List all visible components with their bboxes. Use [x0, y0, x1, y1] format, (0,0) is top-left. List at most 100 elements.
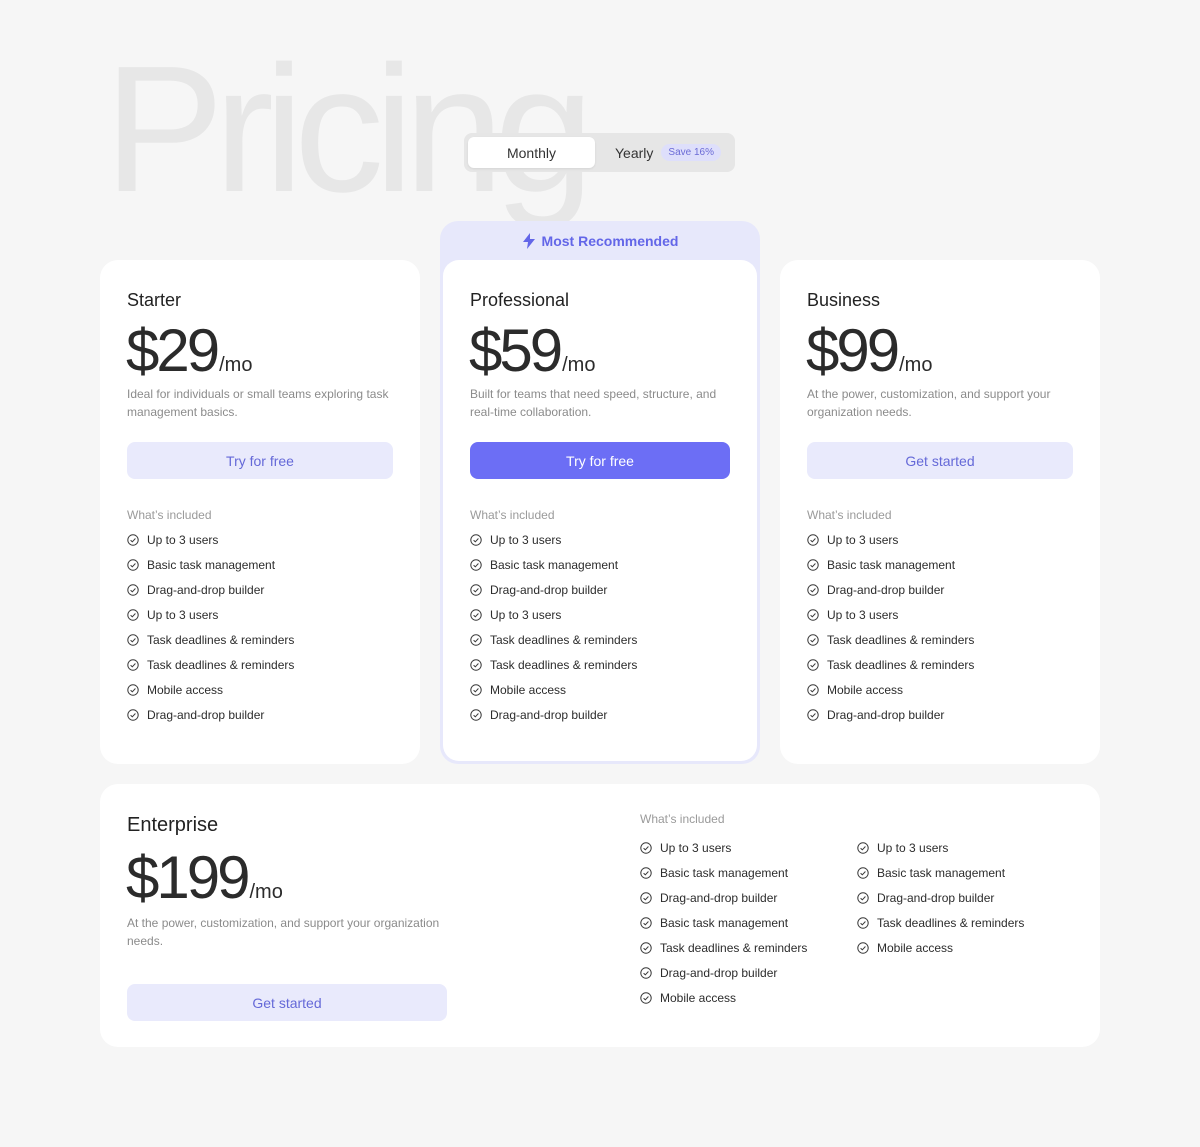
- feature-item: Task deadlines & reminders: [470, 627, 637, 652]
- feature-item: Mobile access: [857, 935, 1024, 960]
- check-circle-icon: [807, 683, 819, 696]
- check-circle-icon: [470, 633, 482, 646]
- feature-item: Basic task management: [127, 552, 294, 577]
- feature-list: Up to 3 users Basic task management Drag-a…: [470, 527, 637, 727]
- feature-label: Up to 3 users: [490, 532, 562, 547]
- monthly-label: Monthly: [506, 144, 557, 161]
- price-period: /mo: [219, 354, 253, 376]
- feature-item: Drag-and-drop builder: [640, 960, 807, 985]
- price-amount: $59: [469, 317, 563, 384]
- check-circle-icon: [807, 608, 819, 621]
- check-circle-icon: [127, 583, 139, 596]
- check-circle-icon: [640, 916, 652, 929]
- feature-list: Up to 3 users Basic task management Drag-a…: [127, 527, 294, 727]
- check-circle-icon: [127, 633, 139, 646]
- feature-label: Task deadlines & reminders: [827, 657, 975, 672]
- plan-card-business: Business $99 /mo At the power, customiza…: [780, 260, 1100, 764]
- plan-card-professional: Professional $59 /mo Built for teams tha…: [443, 260, 757, 761]
- check-circle-icon: [470, 683, 482, 696]
- check-circle-icon: [807, 708, 819, 721]
- check-circle-icon: [640, 891, 652, 904]
- feature-label: Drag-and-drop builder: [147, 582, 265, 597]
- feature-label: Up to 3 users: [877, 840, 949, 855]
- check-circle-icon: [640, 941, 652, 954]
- get-started-button[interactable]: Get started: [127, 984, 447, 1021]
- plan-price: $99 /mo: [806, 321, 932, 381]
- feature-label: Up to 3 users: [827, 532, 899, 547]
- yearly-option[interactable]: Yearly Save 16%: [604, 137, 731, 168]
- try-for-free-button[interactable]: Try for free: [127, 442, 393, 479]
- feature-item: Task deadlines & reminders: [640, 935, 807, 960]
- pricing-background-title: Pricing: [104, 29, 594, 230]
- feature-item: Task deadlines & reminders: [857, 910, 1024, 935]
- plan-card-starter: Starter $29 /mo Ideal for individuals or…: [100, 260, 420, 764]
- try-for-free-button[interactable]: Try for free: [470, 442, 730, 479]
- feature-item: Basic task management: [807, 552, 974, 577]
- feature-label: Basic task management: [827, 557, 956, 572]
- feature-item: Drag-and-drop builder: [807, 577, 974, 602]
- feature-label: Up to 3 users: [660, 840, 732, 855]
- feature-label: Up to 3 users: [827, 607, 899, 622]
- check-circle-icon: [127, 658, 139, 671]
- get-started-button[interactable]: Get started: [807, 442, 1073, 479]
- most-recommended-badge: Most Recommended: [440, 233, 760, 249]
- feature-label: Task deadlines & reminders: [490, 657, 638, 672]
- feature-label: Drag-and-drop builder: [490, 707, 608, 722]
- plan-price: $59 /mo: [469, 321, 595, 381]
- feature-label: Up to 3 users: [490, 607, 562, 622]
- yearly-label: Yearly: [615, 144, 654, 161]
- feature-item: Drag-and-drop builder: [857, 885, 1024, 910]
- feature-item: Drag-and-drop builder: [640, 885, 807, 910]
- plan-card-enterprise: Enterprise $199 /mo At the power, custom…: [100, 784, 1100, 1047]
- price-period: /mo: [899, 354, 933, 376]
- price-period: /mo: [562, 354, 596, 376]
- feature-label: Mobile access: [147, 682, 224, 697]
- feature-label: Drag-and-drop builder: [877, 890, 995, 905]
- feature-label: Mobile access: [827, 682, 904, 697]
- feature-list-column-1: Up to 3 users Basic task management Drag-a…: [640, 835, 807, 1010]
- check-circle-icon: [807, 583, 819, 596]
- feature-label: Task deadlines & reminders: [490, 632, 638, 647]
- feature-item: Task deadlines & reminders: [127, 627, 294, 652]
- check-circle-icon: [640, 991, 652, 1004]
- plan-name: Starter: [127, 290, 182, 310]
- feature-item: Basic task management: [857, 860, 1024, 885]
- feature-label: Basic task management: [877, 865, 1006, 880]
- check-circle-icon: [857, 891, 869, 904]
- feature-item: Drag-and-drop builder: [127, 577, 294, 602]
- whats-included-label: What’s included: [470, 508, 555, 522]
- feature-item: Task deadlines & reminders: [807, 627, 974, 652]
- feature-label: Up to 3 users: [147, 607, 219, 622]
- check-circle-icon: [640, 866, 652, 879]
- feature-item: Mobile access: [807, 677, 974, 702]
- check-circle-icon: [127, 533, 139, 546]
- feature-label: Mobile access: [877, 940, 954, 955]
- feature-label: Basic task management: [147, 557, 276, 572]
- plan-description: Ideal for individuals or small teams exp…: [127, 387, 389, 419]
- save-badge: Save 16%: [661, 144, 721, 161]
- check-circle-icon: [127, 558, 139, 571]
- feature-label: Drag-and-drop builder: [827, 582, 945, 597]
- feature-item: Mobile access: [127, 677, 294, 702]
- badge-label: Most Recommended: [541, 233, 679, 249]
- feature-label: Basic task management: [660, 915, 789, 930]
- whats-included-label: What’s included: [640, 812, 725, 826]
- feature-label: Basic task management: [490, 557, 619, 572]
- price-amount: $29: [126, 317, 220, 384]
- monthly-option[interactable]: Monthly: [468, 137, 595, 168]
- feature-item: Mobile access: [470, 677, 637, 702]
- check-circle-icon: [470, 608, 482, 621]
- feature-item: Up to 3 users: [127, 527, 294, 552]
- billing-period-toggle[interactable]: Monthly Yearly Save 16%: [464, 133, 735, 172]
- feature-item: Drag-and-drop builder: [470, 702, 637, 727]
- check-circle-icon: [127, 608, 139, 621]
- check-circle-icon: [857, 841, 869, 854]
- feature-label: Mobile access: [490, 682, 567, 697]
- feature-item: Task deadlines & reminders: [127, 652, 294, 677]
- check-circle-icon: [127, 708, 139, 721]
- feature-label: Task deadlines & reminders: [147, 632, 295, 647]
- feature-label: Basic task management: [660, 865, 789, 880]
- plan-name: Professional: [470, 290, 570, 310]
- feature-label: Drag-and-drop builder: [147, 707, 265, 722]
- feature-label: Task deadlines & reminders: [827, 632, 975, 647]
